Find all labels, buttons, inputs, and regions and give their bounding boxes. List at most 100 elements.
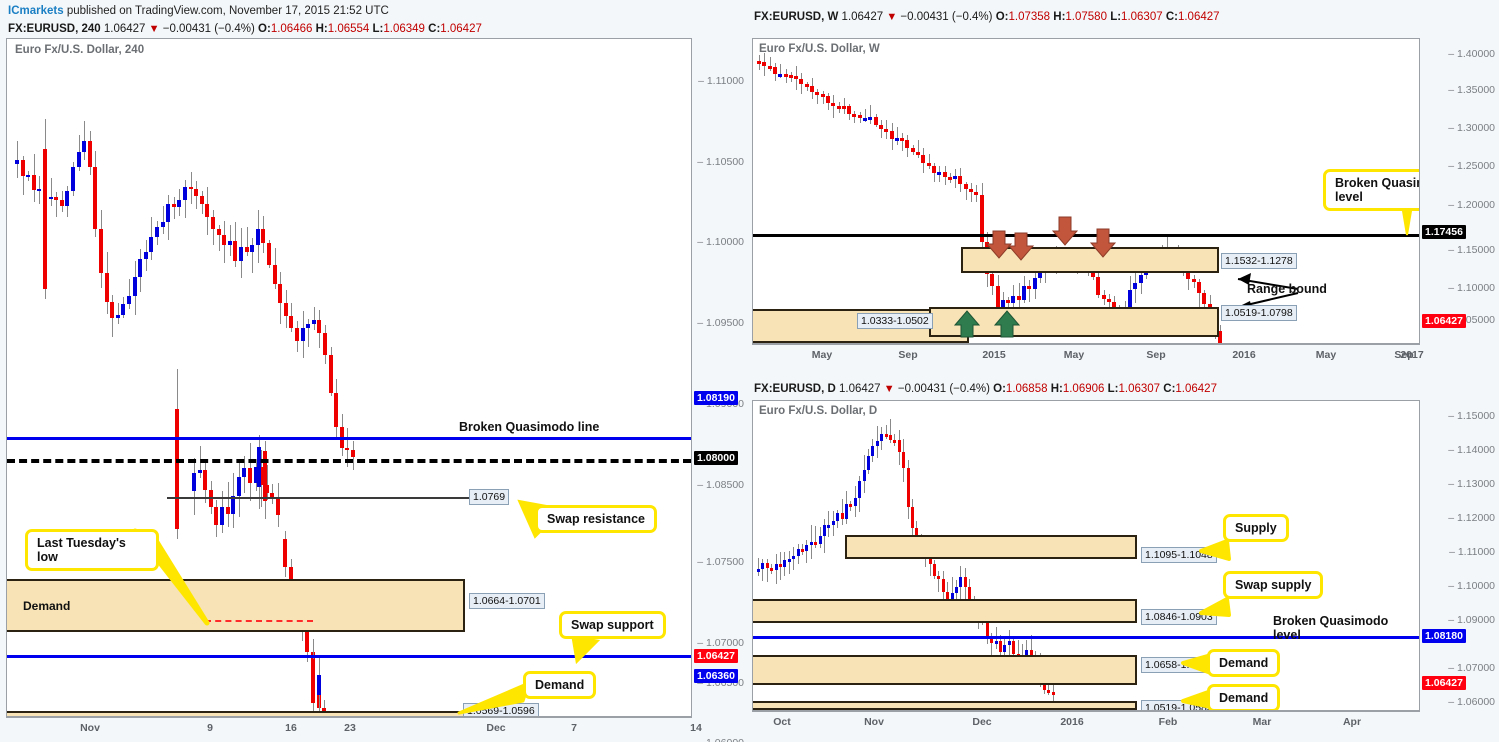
candle-body bbox=[317, 320, 321, 333]
candle-body bbox=[214, 507, 218, 525]
daily-broken-quasimodo-text: Broken Quasimodo level bbox=[1273, 614, 1388, 642]
daily-quote-header: FX:EURUSD, D 1.06427 ▼ −0.00431 (−0.4%) … bbox=[754, 382, 1217, 396]
candle-body bbox=[77, 152, 81, 167]
daily-callout-swap-supply[interactable]: Swap supply bbox=[1223, 571, 1323, 599]
candle-body bbox=[999, 641, 1002, 652]
candle-body bbox=[37, 189, 41, 191]
candle-body bbox=[88, 141, 92, 167]
price-tick: – 1.20000 bbox=[1448, 199, 1495, 211]
h4-callout-demand-lower[interactable]: Demand bbox=[523, 671, 596, 699]
daily-high-label: H: bbox=[1051, 383, 1063, 395]
weekly-symbol[interactable]: FX:EURUSD, W bbox=[754, 11, 838, 23]
price-tick: – 1.35000 bbox=[1448, 84, 1495, 96]
daily-chart-plot[interactable]: Euro Fx/U.S. Dollar, D 1.1095-1.1048 1.0… bbox=[752, 400, 1420, 711]
daily-price-axis[interactable]: – 1.15000– 1.14000– 1.13000– 1.12000– 1.… bbox=[1420, 400, 1499, 711]
h4-pricebox-1: 1.0769 bbox=[469, 489, 509, 505]
candle-body bbox=[257, 447, 261, 487]
axis-line bbox=[6, 717, 692, 718]
time-tick: Sep bbox=[898, 349, 917, 361]
daily-pricebox-4: 1.0519-1.0583 bbox=[1141, 700, 1217, 711]
price-pill-black: 1.08000 bbox=[694, 451, 738, 465]
weekly-chart-plot[interactable]: Euro Fx/U.S. Dollar, W bbox=[752, 38, 1420, 344]
daily-callout-demand-upper[interactable]: Demand bbox=[1207, 649, 1280, 677]
candle-body bbox=[884, 129, 888, 132]
candle-body bbox=[161, 222, 165, 227]
candle-body bbox=[921, 155, 925, 162]
h4-pricebox-2: 1.0664-1.0701 bbox=[469, 593, 545, 609]
candle-body bbox=[261, 229, 265, 243]
price-tick: – 1.10500 bbox=[697, 156, 744, 168]
time-tick: Mar bbox=[1253, 716, 1272, 728]
candle-body bbox=[65, 191, 69, 206]
weekly-range-lower-zone bbox=[929, 307, 1219, 337]
h4-symbol[interactable]: FX:EURUSD, 240 bbox=[8, 23, 101, 35]
weekly-callout-broken-quasimodo[interactable]: Broken Quasimodo level bbox=[1323, 169, 1420, 211]
h4-time-axis[interactable]: Nov91623Dec714 bbox=[6, 717, 692, 741]
candle-body bbox=[71, 167, 75, 191]
weekly-time-axis[interactable]: MaySep2015MaySep2016MaySep2017 bbox=[752, 344, 1420, 368]
candle-body bbox=[775, 564, 778, 570]
h4-callout-last-tuesdays-low[interactable]: Last Tuesday's low bbox=[25, 529, 159, 571]
h4-close-label: C: bbox=[428, 23, 440, 35]
candle-body bbox=[289, 316, 293, 328]
h4-swap-support-line bbox=[7, 655, 691, 658]
price-tick: – 1.11000 bbox=[1449, 546, 1495, 558]
daily-symbol[interactable]: FX:EURUSD, D bbox=[754, 383, 836, 395]
h4-chart-plot[interactable]: Euro Fx/U.S. Dollar, 240 Demand Broken Q… bbox=[6, 38, 692, 717]
publisher-brand: ICmarkets bbox=[8, 5, 64, 17]
daily-callout-demand-lower[interactable]: Demand bbox=[1207, 684, 1280, 711]
candle-wick bbox=[758, 558, 759, 575]
time-tick: Nov bbox=[80, 722, 100, 734]
daily-callout-supply[interactable]: Supply bbox=[1223, 514, 1289, 542]
daily-time-axis[interactable]: OctNovDec2016FebMarApr bbox=[752, 711, 1420, 737]
candle-body bbox=[885, 434, 888, 437]
candle-wick bbox=[228, 482, 229, 527]
candle-body bbox=[248, 468, 252, 482]
h4-price-axis[interactable]: – 1.11000– 1.10500– 1.10000– 1.09500– 1.… bbox=[692, 38, 748, 717]
candle-body bbox=[256, 229, 260, 245]
candle-body bbox=[233, 241, 237, 260]
weekly-change: −0.00431 (−0.4%) bbox=[900, 11, 992, 23]
down-arrow-icon: ▼ bbox=[886, 11, 897, 23]
candle-body bbox=[54, 197, 58, 201]
candle-body bbox=[242, 468, 246, 476]
weekly-pricebox-1: 1.1532-1.1278 bbox=[1221, 253, 1297, 269]
candle-wick bbox=[129, 279, 130, 309]
candle-body bbox=[995, 641, 998, 644]
candle-body bbox=[217, 229, 221, 234]
daily-high: 1.06906 bbox=[1063, 383, 1105, 395]
candle-body bbox=[810, 542, 813, 546]
candle-body bbox=[911, 507, 914, 528]
candle-body bbox=[902, 452, 905, 467]
daily-watermark: Euro Fx/U.S. Dollar, D bbox=[759, 405, 877, 417]
candle-body bbox=[32, 175, 36, 190]
h4-callout-swap-support[interactable]: Swap support bbox=[559, 611, 666, 639]
weekly-high-label: H: bbox=[1053, 11, 1065, 23]
candle-body bbox=[867, 456, 870, 469]
candle-body bbox=[778, 74, 782, 77]
candle-body bbox=[273, 265, 277, 285]
candle-body bbox=[762, 62, 766, 66]
time-tick: 23 bbox=[344, 722, 356, 734]
candle-wick bbox=[897, 127, 898, 145]
candle-body bbox=[177, 200, 181, 207]
candle-body bbox=[1012, 641, 1015, 654]
candle-body bbox=[863, 118, 867, 121]
candle-body bbox=[166, 204, 170, 223]
h4-callout-swap-resistance[interactable]: Swap resistance bbox=[535, 505, 657, 533]
price-pill-blue: 1.06360 bbox=[694, 669, 738, 683]
time-tick: Sep bbox=[1146, 349, 1165, 361]
weekly-price-axis[interactable]: – 1.40000– 1.35000– 1.30000– 1.25000– 1.… bbox=[1420, 38, 1499, 344]
candle-body bbox=[900, 138, 904, 141]
screenshot-root: ICmarkets published on TradingView.com, … bbox=[0, 0, 1499, 742]
price-tick: – 1.08500 bbox=[697, 479, 744, 491]
h4-broken-quasimodo-line bbox=[7, 437, 691, 440]
candle-body bbox=[311, 659, 315, 703]
candle-body bbox=[295, 328, 299, 341]
h4-watermark: Euro Fx/U.S. Dollar, 240 bbox=[15, 44, 144, 56]
candle-body bbox=[916, 152, 920, 156]
candle-wick bbox=[938, 571, 939, 592]
daily-close-label: C: bbox=[1163, 383, 1175, 395]
candle-body bbox=[789, 75, 793, 78]
daily-demand-zone-upper bbox=[752, 655, 1137, 685]
